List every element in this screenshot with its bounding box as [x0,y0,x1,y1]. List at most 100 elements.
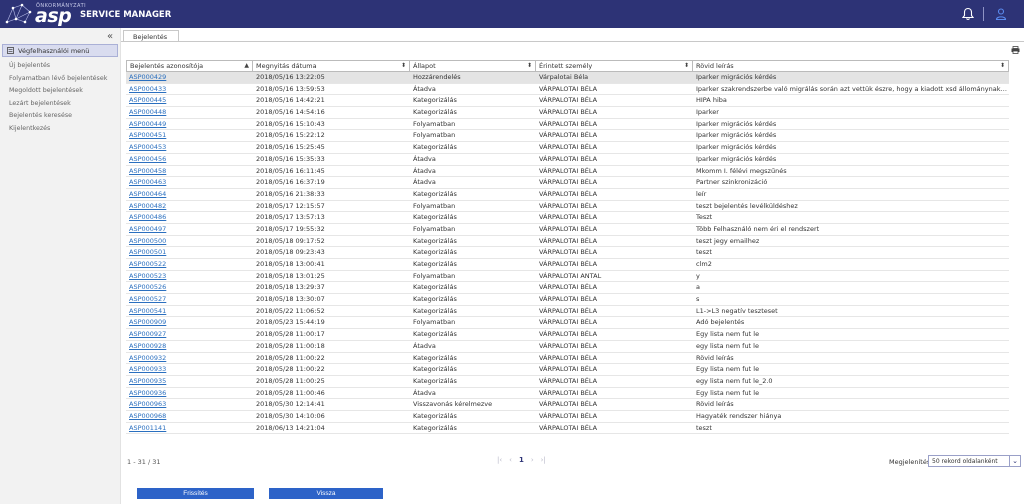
cell-id[interactable]: ASP000451 [126,130,253,141]
table-row[interactable]: ASP000456 2018/05/16 15:35:33 Átadva VÁRPAL… [126,154,1009,166]
table-row[interactable]: ASP000463 2018/05/16 16:37:19 Átadva VÁRPAL… [126,177,1009,189]
cell-status: Folyamatban [413,131,456,140]
column-header-opened[interactable]: Megnyitás dátuma ⬍ [253,61,410,71]
column-header-id[interactable]: Bejelentés azonosítója ▲ [126,61,253,71]
cell-description: Iparker migrációs kérdés [696,143,777,152]
column-header-status[interactable]: Állapot ⬍ [410,61,536,71]
cell-id[interactable]: ASP000497 [126,224,253,235]
cell-status: Kategorizálás [413,411,457,420]
table-row[interactable]: ASP000963 2018/05/30 12:14:41 Visszavonás … [126,399,1009,411]
last-page-icon[interactable]: ›| [541,456,546,464]
cell-id[interactable]: ASP000963 [126,399,253,410]
table-row[interactable]: ASP000500 2018/05/18 09:17:52 Kategorizálá… [126,236,1009,248]
cell-id[interactable]: ASP000429 [126,72,253,83]
table-row[interactable]: ASP000541 2018/05/22 11:06:52 Kategorizálá… [126,306,1009,318]
sidebar-item-logout[interactable]: Kijelentkezés [9,125,107,138]
cell-id[interactable]: ASP000458 [126,166,253,177]
cell-id[interactable]: ASP000501 [126,247,253,258]
bell-icon[interactable] [961,7,975,21]
cell-status: Kategorizálás [413,108,457,117]
sidebar-item-resolved[interactable]: Megoldott bejelentések [9,87,107,100]
table-row[interactable]: ASP000522 2018/05/18 13:00:41 Kategorizálá… [126,259,1009,271]
table-row[interactable]: ASP000429 2018/05/16 13:22:05 Hozzárendelé… [126,72,1009,84]
per-page-select[interactable]: 50 rekord oldalanként ⌄ [928,455,1021,467]
column-header-description[interactable]: Rövid leírás ⬍ [693,61,1009,71]
column-header-person[interactable]: Érintett személy ⬍ [536,61,693,71]
table-row[interactable]: ASP000935 2018/05/28 11:00:25 Kategorizálá… [126,376,1009,388]
record-count: 1 - 31 / 31 [127,458,161,466]
table-row[interactable]: ASP000968 2018/05/30 14:10:06 Kategorizálá… [126,411,1009,423]
table-row[interactable]: ASP000523 2018/05/18 13:01:25 Folyamatban V… [126,271,1009,283]
brand-logo-text: asp [35,5,72,27]
cell-id[interactable]: ASP000463 [126,177,253,188]
table-row[interactable]: ASP000486 2018/05/17 13:57:13 Kategorizálá… [126,212,1009,224]
incidents-table: Bejelentés azonosítója ▲ Megnyitás dátuma… [126,60,1009,435]
sidebar-item-in-progress[interactable]: Folyamatban lévő bejelentések [9,75,107,88]
user-icon[interactable] [995,7,1007,21]
table-row[interactable]: ASP000449 2018/05/16 15:10:43 Folyamatban V… [126,119,1009,131]
cell-id[interactable]: ASP000433 [126,84,253,95]
table-row[interactable]: ASP000932 2018/05/28 11:00:22 Kategorizálá… [126,353,1009,365]
table-row[interactable]: ASP000453 2018/05/16 15:25:45 Kategorizálá… [126,142,1009,154]
cell-id[interactable]: ASP000933 [126,364,253,375]
sidebar: « Végfelhasználói menü Új bejelentés Fol… [0,28,121,504]
cell-person: Várpalotai Béla [539,73,589,81]
double-chevron-left-icon[interactable]: « [107,31,113,42]
sidebar-item-search[interactable]: Bejelentés keresése [9,112,107,125]
cell-id[interactable]: ASP000464 [126,189,253,200]
cell-id[interactable]: ASP000453 [126,142,253,153]
cell-id[interactable]: ASP000909 [126,317,253,328]
cell-id[interactable]: ASP001141 [126,423,253,434]
table-row[interactable]: ASP000936 2018/05/28 11:00:46 Átadva VÁRPAL… [126,388,1009,400]
cell-id[interactable]: ASP000928 [126,341,253,352]
cell-id[interactable]: ASP000486 [126,212,253,223]
next-page-icon[interactable]: › [531,456,534,464]
refresh-button[interactable]: Frissítés [137,488,254,499]
table-row[interactable]: ASP000927 2018/05/28 11:00:17 Kategorizálá… [126,329,1009,341]
cell-id[interactable]: ASP000445 [126,95,253,106]
table-row[interactable]: ASP000909 2018/05/23 15:44:19 Folyamatban V… [126,317,1009,330]
cell-id[interactable]: ASP000500 [126,236,253,247]
cell-status: Folyamatban [413,271,456,280]
cell-id[interactable]: ASP000541 [126,306,253,317]
table-row[interactable]: ASP000433 2018/05/16 13:59:53 Átadva VÁRPAL… [126,84,1009,96]
cell-id[interactable]: ASP000927 [126,329,253,340]
cell-id[interactable]: ASP000968 [126,411,253,422]
cell-person: VÁRPALOTAI BÉLA [539,96,598,105]
table-row[interactable]: ASP000448 2018/05/16 14:54:16 Kategorizálá… [126,107,1009,119]
table-row[interactable]: ASP000451 2018/05/16 15:22:12 Folyamatban V… [126,130,1009,143]
cell-id[interactable]: ASP000482 [126,201,253,212]
cell-id[interactable]: ASP000456 [126,154,253,165]
table-row[interactable]: ASP000526 2018/05/18 13:29:37 Kategorizálá… [126,282,1009,295]
sidebar-item-closed[interactable]: Lezárt bejelentések [9,100,107,113]
cell-opened: 2018/05/22 11:06:52 [256,306,325,315]
current-page[interactable]: 1 [519,456,524,464]
table-row[interactable]: ASP000928 2018/05/28 11:00:18 Átadva VÁRPAL… [126,341,1009,353]
cell-id[interactable]: ASP000448 [126,107,253,118]
table-row[interactable]: ASP000458 2018/05/16 16:11:45 Átadva VÁRPAL… [126,166,1009,178]
cell-id[interactable]: ASP000935 [126,376,253,387]
back-button[interactable]: Vissza [269,488,383,499]
first-page-icon[interactable]: |‹ [497,456,502,464]
table-row[interactable]: ASP000497 2018/05/17 19:55:32 Folyamatban V… [126,224,1009,236]
table-row[interactable]: ASP000464 2018/05/16 21:38:33 Kategorizálá… [126,189,1009,201]
cell-id[interactable]: ASP000527 [126,294,253,305]
cell-status: Kategorizálás [413,423,457,432]
print-icon[interactable] [1011,46,1020,54]
cell-id[interactable]: ASP000523 [126,271,253,282]
table-row[interactable]: ASP001141 2018/06/13 14:21:04 Kategorizálá… [126,423,1009,435]
cell-id[interactable]: ASP000526 [126,282,253,293]
cell-id[interactable]: ASP000522 [126,259,253,270]
table-row[interactable]: ASP000482 2018/05/17 12:15:57 Folyamatban V… [126,201,1009,213]
prev-page-icon[interactable]: ‹ [509,456,512,464]
table-row[interactable]: ASP000501 2018/05/18 09:23:43 Kategorizálá… [126,247,1009,259]
cell-opened: 2018/05/28 11:00:25 [256,376,325,385]
cell-id[interactable]: ASP000449 [126,119,253,130]
cell-id[interactable]: ASP000932 [126,353,253,364]
table-row[interactable]: ASP000933 2018/05/28 11:00:22 Kategorizálá… [126,364,1009,376]
sidebar-item-new[interactable]: Új bejelentés [9,62,107,75]
cell-id[interactable]: ASP000936 [126,388,253,399]
sidebar-menu-header[interactable]: Végfelhasználói menü [2,44,118,57]
table-row[interactable]: ASP000527 2018/05/18 13:30:07 Kategorizálá… [126,294,1009,306]
table-row[interactable]: ASP000445 2018/05/16 14:42:21 Kategorizálá… [126,95,1009,108]
